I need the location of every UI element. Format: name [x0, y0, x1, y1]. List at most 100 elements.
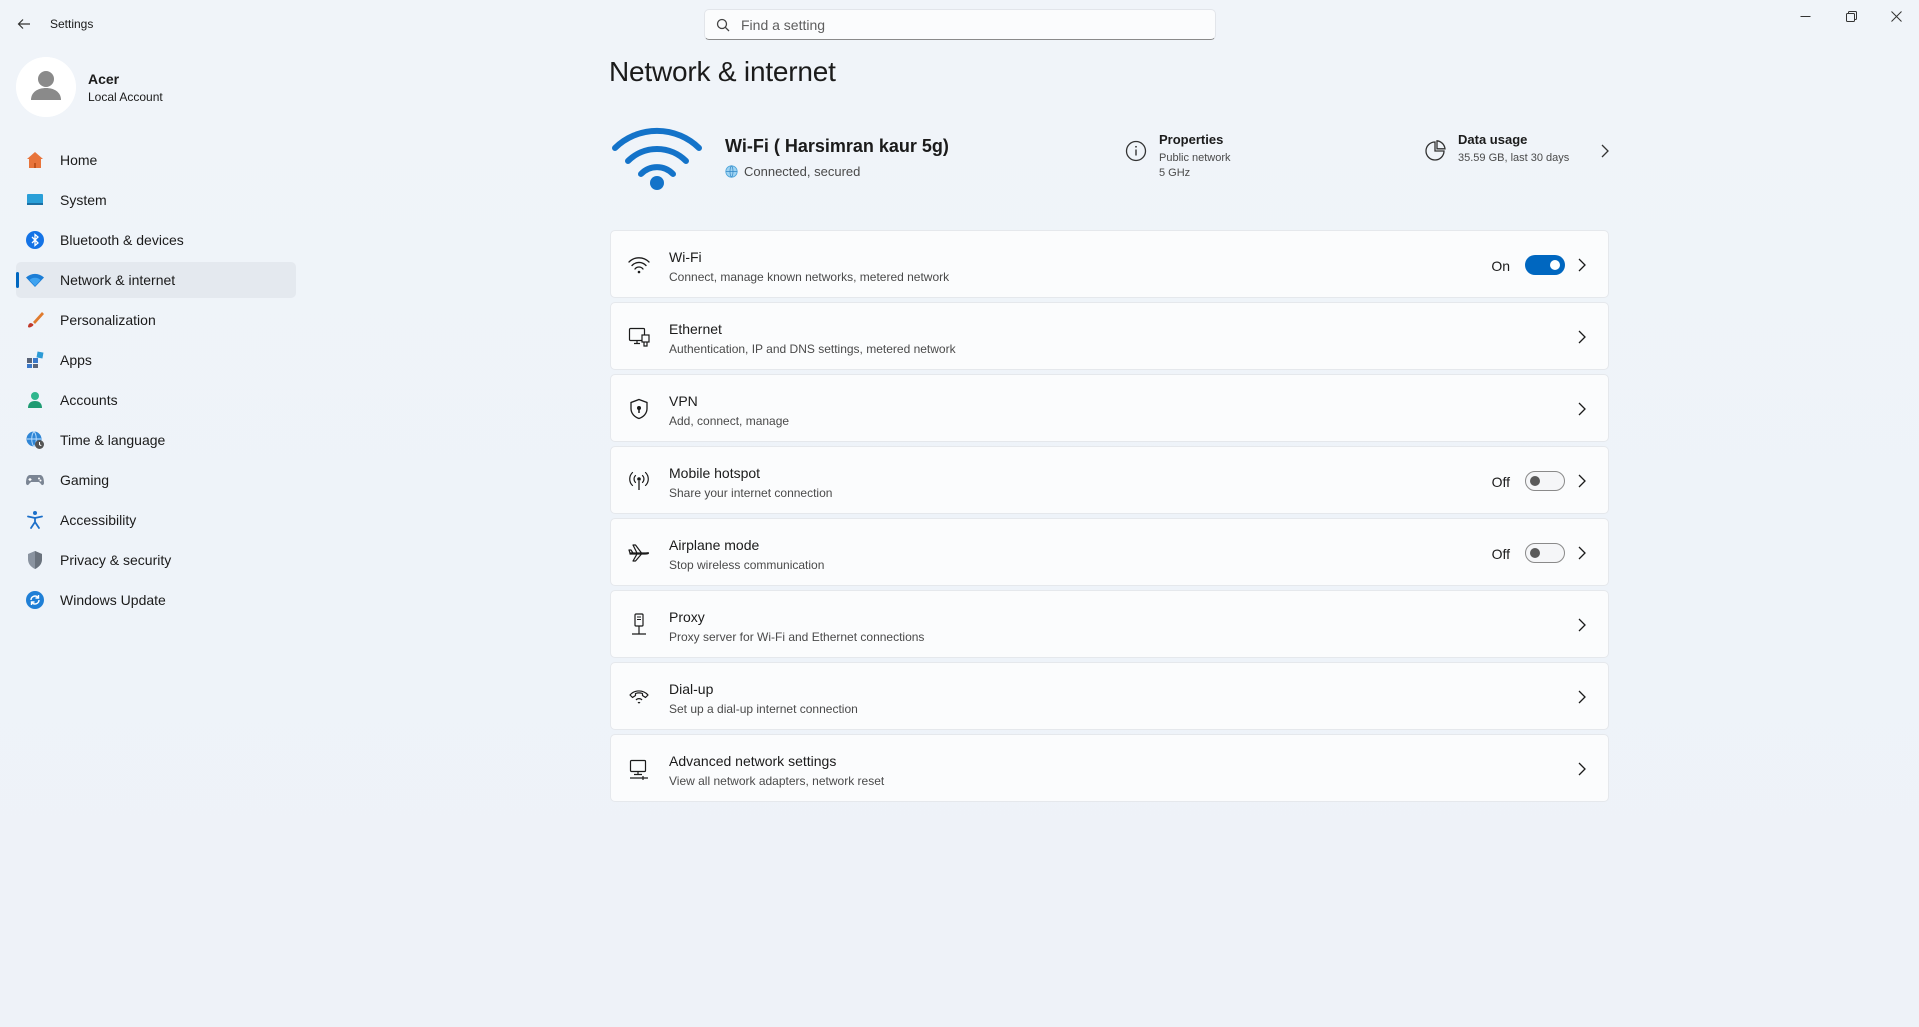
- toggle-state-label: Off: [1491, 546, 1510, 562]
- sidebar-item-gaming[interactable]: Gaming: [16, 462, 296, 498]
- back-button[interactable]: [12, 12, 36, 36]
- sidebar-item-time-language[interactable]: Time & language: [16, 422, 296, 458]
- accounts-icon: [25, 390, 45, 410]
- chevron-right-icon: [1576, 545, 1588, 561]
- update-icon: [25, 590, 45, 610]
- card-title: VPN: [669, 393, 698, 409]
- sidebar-item-label: Windows Update: [60, 592, 166, 608]
- chevron-right-icon: [1576, 689, 1588, 705]
- globe-clock-icon: [25, 430, 45, 450]
- chevron-right-icon: [1576, 473, 1588, 489]
- ethernet-icon: [627, 325, 651, 349]
- sidebar-item-label: Home: [60, 152, 98, 168]
- search-box[interactable]: [704, 9, 1216, 40]
- network-settings-list: Wi-Fi Connect, manage known networks, me…: [610, 230, 1609, 806]
- title-bar: Settings: [0, 0, 1919, 48]
- mobile-hotspot-card[interactable]: Mobile hotspot Share your internet conne…: [610, 446, 1609, 514]
- chevron-right-icon: [1576, 401, 1588, 417]
- apps-icon: [25, 350, 45, 370]
- sidebar-item-accessibility[interactable]: Accessibility: [16, 502, 296, 538]
- sidebar-item-privacy-security[interactable]: Privacy & security: [16, 542, 296, 578]
- minimize-button[interactable]: [1782, 0, 1828, 32]
- card-subtitle: Connect, manage known networks, metered …: [669, 270, 950, 284]
- sidebar-item-home[interactable]: Home: [16, 142, 296, 178]
- avatar: [16, 57, 76, 117]
- sidebar-item-network[interactable]: Network & internet: [16, 262, 296, 298]
- data-usage-link[interactable]: Data usage 35.59 GB, last 30 days: [1424, 132, 1614, 172]
- wifi-large-icon: [612, 127, 702, 190]
- vpn-shield-icon: [627, 397, 651, 421]
- app-title: Settings: [50, 17, 94, 31]
- card-subtitle: Add, connect, manage: [669, 414, 790, 428]
- toggle-knob: [1530, 548, 1540, 558]
- network-icon: [25, 270, 45, 290]
- restore-button[interactable]: [1828, 0, 1874, 32]
- profile-name: Acer: [88, 71, 120, 87]
- card-title: Mobile hotspot: [669, 465, 761, 481]
- airplane-mode-toggle[interactable]: [1525, 543, 1565, 563]
- home-icon: [25, 150, 45, 170]
- card-title: Dial-up: [669, 681, 714, 697]
- sidebar-item-personalization[interactable]: Personalization: [16, 302, 296, 338]
- settings-window: Settings Acer Local Account: [0, 0, 1919, 1027]
- ethernet-card[interactable]: Ethernet Authentication, IP and DNS sett…: [610, 302, 1609, 370]
- card-subtitle: Share your internet connection: [669, 486, 833, 500]
- card-title: Wi-Fi: [669, 249, 702, 265]
- close-icon: [1890, 10, 1902, 22]
- toggle-state-label: Off: [1491, 474, 1510, 490]
- wifi-toggle[interactable]: [1525, 255, 1565, 275]
- sidebar-item-accounts[interactable]: Accounts: [16, 382, 296, 418]
- chevron-right-icon: [1576, 329, 1588, 345]
- sidebar-item-label: Time & language: [60, 432, 166, 448]
- sidebar-item-system[interactable]: System: [16, 182, 296, 218]
- minimize-icon: [1800, 15, 1810, 17]
- card-subtitle: Stop wireless communication: [669, 558, 825, 572]
- vpn-card[interactable]: VPN Add, connect, manage: [610, 374, 1609, 442]
- airplane-icon: [627, 541, 651, 565]
- sidebar-item-label: Accounts: [60, 392, 118, 408]
- connection-summary: Wi-Fi ( Harsimran kaur 5g) Connected, se…: [609, 118, 1609, 198]
- chevron-right-icon: [1576, 761, 1588, 777]
- sidebar-nav: Home System Bluetooth & devices Network …: [16, 142, 296, 622]
- toggle-state-label: On: [1491, 258, 1510, 274]
- dial-up-card[interactable]: Dial-up Set up a dial-up internet connec…: [610, 662, 1609, 730]
- chevron-right-icon: [1601, 144, 1609, 158]
- toggle-knob: [1550, 260, 1560, 270]
- system-icon: [25, 190, 45, 210]
- data-usage-title: Data usage: [1458, 132, 1528, 147]
- user-profile[interactable]: Acer Local Account: [16, 57, 296, 119]
- proxy-card[interactable]: Proxy Proxy server for Wi-Fi and Etherne…: [610, 590, 1609, 658]
- dialup-icon: [627, 685, 651, 709]
- mobile-hotspot-toggle[interactable]: [1525, 471, 1565, 491]
- card-subtitle: Proxy server for Wi-Fi and Ethernet conn…: [669, 630, 925, 644]
- network-profile-type: Public network: [1159, 152, 1231, 164]
- connected-network-name: Wi-Fi ( Harsimran kaur 5g): [725, 136, 949, 156]
- data-usage-icon: [1425, 140, 1446, 161]
- wifi-card[interactable]: Wi-Fi Connect, manage known networks, me…: [610, 230, 1609, 298]
- card-subtitle: View all network adapters, network reset: [669, 774, 885, 788]
- sidebar-item-label: Accessibility: [60, 512, 137, 528]
- sidebar-item-label: Personalization: [60, 312, 156, 328]
- shield-icon: [25, 550, 45, 570]
- user-avatar-icon: [16, 57, 76, 117]
- connection-status: Connected, secured: [725, 164, 860, 179]
- card-title: Ethernet: [669, 321, 722, 337]
- data-usage-value: 35.59 GB, last 30 days: [1458, 152, 1570, 164]
- close-button[interactable]: [1873, 0, 1919, 32]
- advanced-network-settings-card[interactable]: Advanced network settings View all netwo…: [610, 734, 1609, 802]
- proxy-icon: [627, 613, 651, 637]
- search-input[interactable]: [741, 16, 1181, 33]
- wifi-icon: [627, 253, 651, 277]
- card-title: Proxy: [669, 609, 705, 625]
- sidebar-item-windows-update[interactable]: Windows Update: [16, 582, 296, 618]
- card-title: Advanced network settings: [669, 753, 837, 769]
- restore-icon: [1845, 10, 1857, 22]
- airplane-mode-card[interactable]: Airplane mode Stop wireless communicatio…: [610, 518, 1609, 586]
- sidebar-item-bluetooth[interactable]: Bluetooth & devices: [16, 222, 296, 258]
- sidebar-item-label: Privacy & security: [60, 552, 172, 568]
- network-band: 5 GHz: [1159, 167, 1191, 179]
- connection-status-text: Connected, secured: [744, 164, 861, 179]
- properties-title: Properties: [1159, 132, 1224, 147]
- info-icon: [1125, 140, 1147, 162]
- sidebar-item-apps[interactable]: Apps: [16, 342, 296, 378]
